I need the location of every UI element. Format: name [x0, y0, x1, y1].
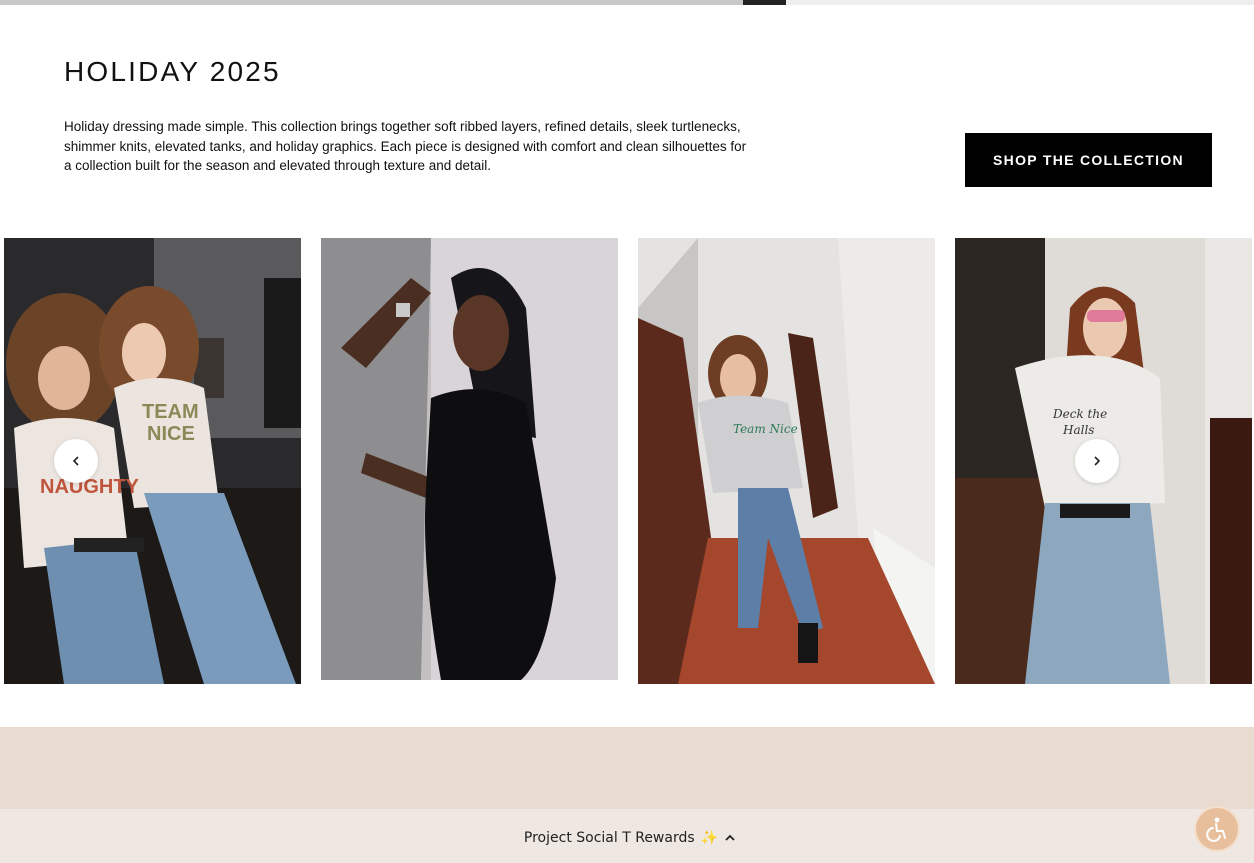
section-title: HOLIDAY 2025 [64, 56, 281, 87]
product-carousel: NAUGHTY TEAM NICE Team Nice Deck the Hal… [0, 238, 1254, 688]
svg-text:TEAM: TEAM [142, 401, 199, 423]
svg-text:NAUGHTY: NAUGHTY [40, 476, 140, 498]
sparkle-icon: ✨ [700, 830, 719, 846]
carousel-image-2[interactable] [321, 238, 618, 680]
carousel-image-1[interactable]: NAUGHTY TEAM NICE [4, 238, 301, 684]
svg-text:Deck the: Deck the [1052, 407, 1107, 421]
scrollbar-thumb[interactable] [743, 0, 786, 5]
carousel-image-3[interactable]: Team Nice [638, 238, 935, 684]
chevron-right-icon [1094, 456, 1101, 466]
carousel-prev-button[interactable] [54, 439, 98, 483]
promo-band [0, 727, 1254, 809]
section-description: Holiday dressing made simple. This colle… [64, 119, 747, 173]
carousel-scrollbar[interactable] [0, 0, 1254, 5]
carousel-next-button[interactable] [1075, 439, 1119, 483]
svg-text:NICE: NICE [147, 423, 195, 445]
rewards-launcher-button[interactable]: Project Social T Rewards ✨ [520, 818, 740, 858]
scrollbar-track [0, 0, 743, 5]
accessibility-button[interactable] [1194, 806, 1240, 852]
chevron-left-icon [72, 456, 79, 466]
rewards-label: Project Social T Rewards [523, 830, 695, 846]
shop-collection-button[interactable]: SHOP THE COLLECTION [965, 133, 1212, 187]
chevron-up-icon [725, 834, 735, 841]
wheelchair-icon [1206, 817, 1226, 842]
svg-text:Team Nice: Team Nice [733, 422, 798, 436]
svg-text:Halls: Halls [1062, 423, 1094, 437]
